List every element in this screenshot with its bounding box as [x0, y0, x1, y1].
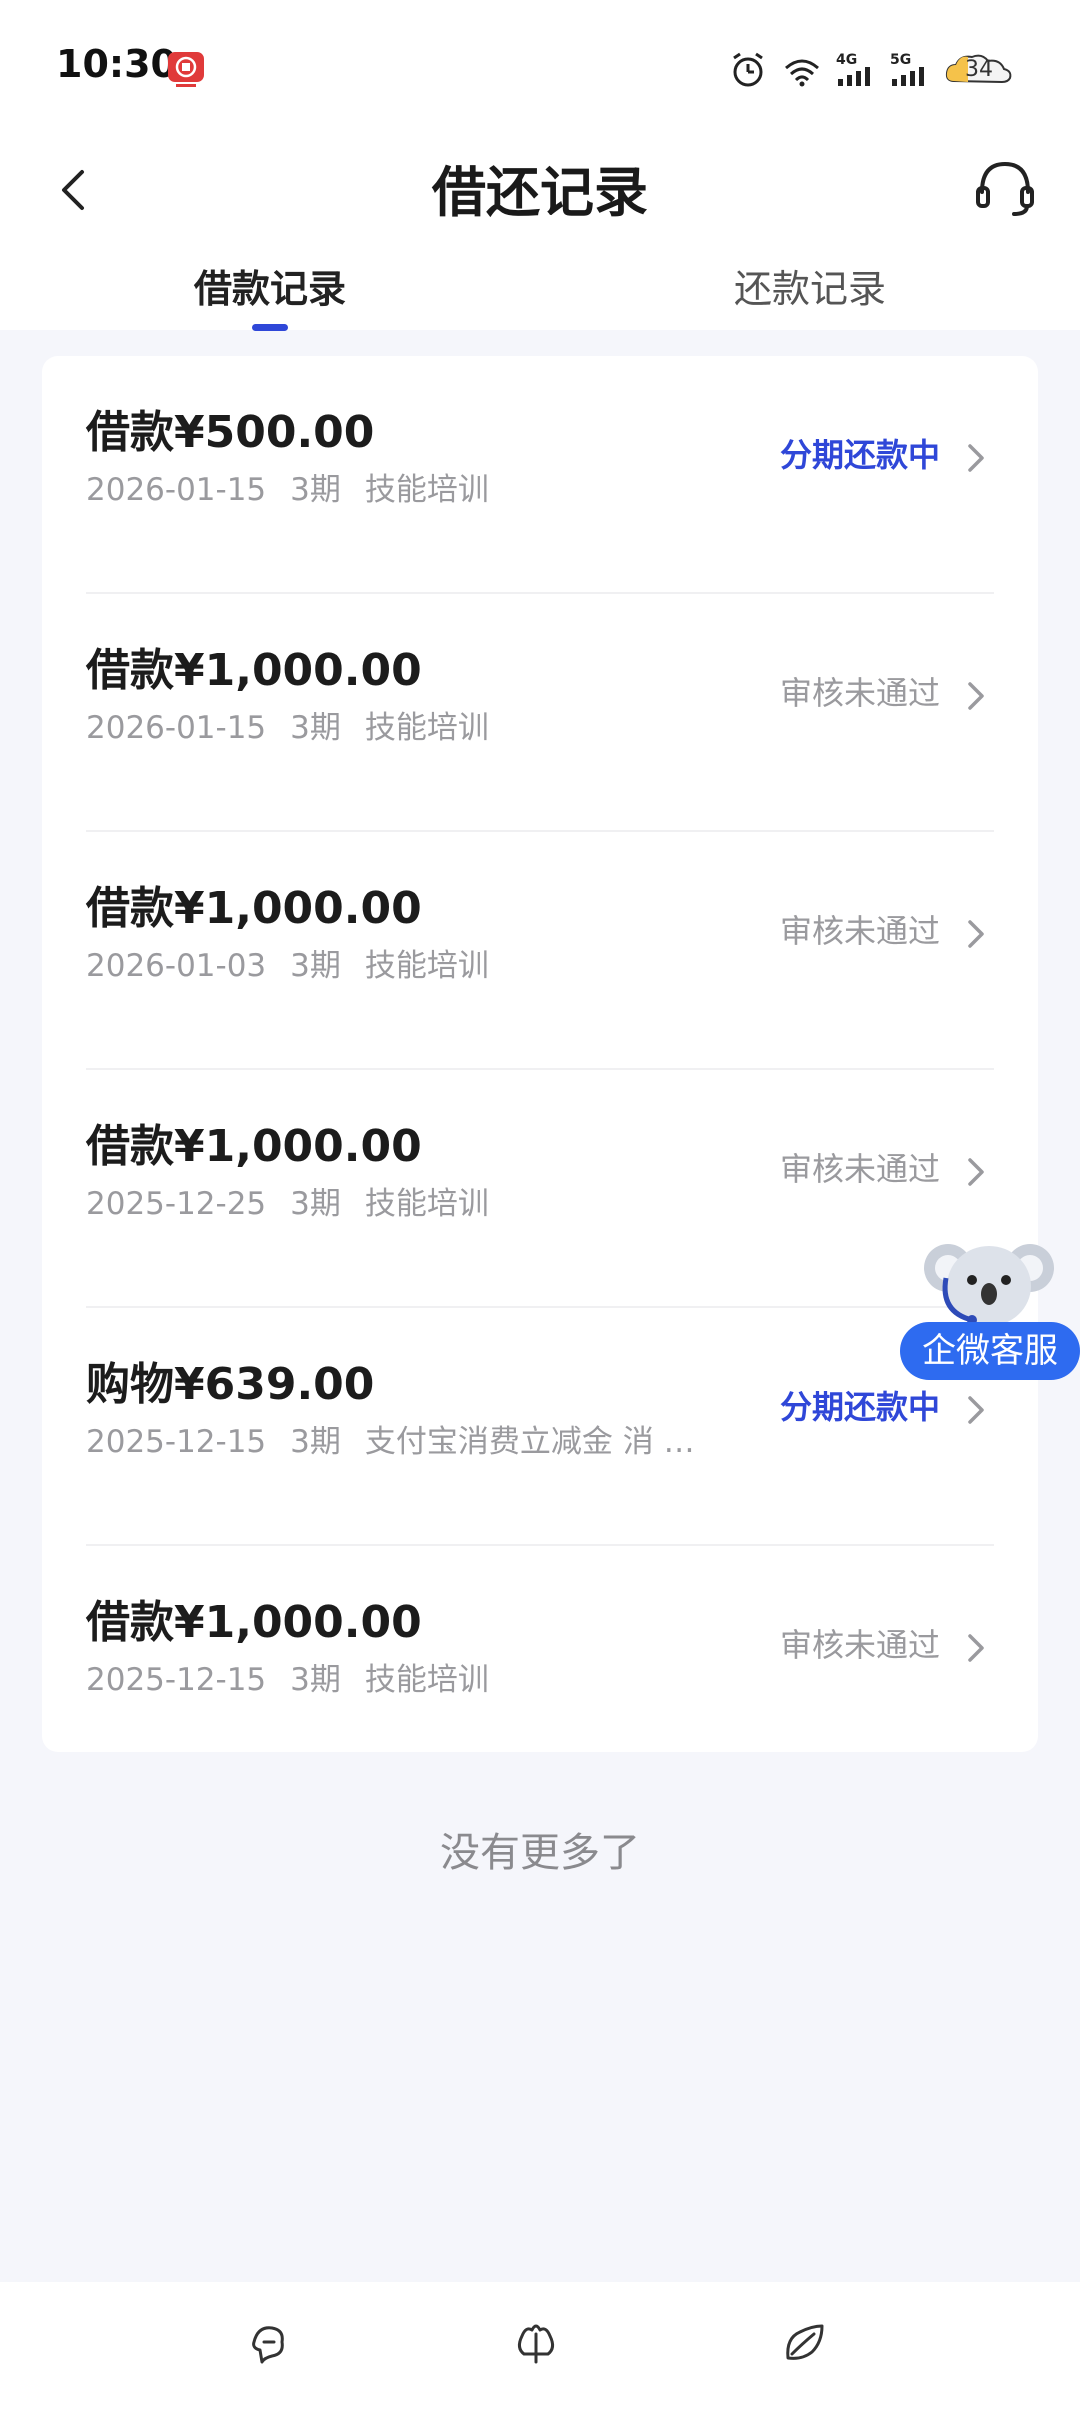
nav-recents-icon[interactable]: [780, 2318, 828, 2366]
record-meta: 2025-12-15 3期 技能培训: [86, 1654, 513, 1699]
record-purpose: 技能培训: [364, 710, 489, 746]
wifi-icon: [785, 59, 819, 87]
record-amount: 借款¥1,000.00: [86, 883, 422, 934]
signal-bars-icon: [892, 67, 924, 86]
record-amount: 借款¥1,000.00: [86, 645, 422, 696]
list-item[interactable]: 借款¥1,000.00 2026-01-15 3期 技能培训 审核未通过: [42, 594, 1038, 832]
record-date: 2025-12-15: [86, 1424, 267, 1460]
record-amount: 购物¥639.00: [86, 1359, 375, 1410]
record-purpose: 技能培训: [364, 1186, 489, 1222]
record-purpose: 技能培训: [364, 472, 489, 508]
record-meta: 2025-12-25 3期 技能培训: [86, 1178, 513, 1223]
record-meta: 2026-01-03 3期 技能培训: [86, 940, 513, 985]
record-term: 3期: [290, 710, 341, 746]
record-status: 审核未通过: [779, 1150, 940, 1188]
list-item[interactable]: 借款¥1,000.00 2026-01-03 3期 技能培训 审核未通过: [42, 832, 1038, 1070]
active-tab-indicator: [252, 324, 288, 331]
status-icons: 4G 5G 34: [728, 48, 1014, 92]
headset-support-icon[interactable]: [970, 152, 1040, 222]
record-status: 审核未通过: [779, 1626, 940, 1664]
network-4g-label: 4G: [836, 52, 858, 68]
bottom-nav: [0, 2282, 1080, 2412]
record-term: 3期: [290, 1662, 341, 1698]
signal-bars-icon: [838, 67, 870, 86]
record-status: 审核未通过: [779, 912, 940, 950]
nav-back-icon[interactable]: [244, 2318, 292, 2366]
record-purpose: 技能培训: [364, 948, 489, 984]
record-date: 2025-12-25: [86, 1186, 267, 1222]
chevron-right-icon: [968, 1634, 984, 1662]
record-date: 2026-01-15: [86, 710, 267, 746]
signal-5g-icon: 5G: [890, 53, 930, 87]
network-5g-label: 5G: [890, 52, 912, 68]
koala-mascot-icon[interactable]: [922, 1228, 1056, 1332]
record-term: 3期: [290, 472, 341, 508]
chevron-right-icon: [968, 1396, 984, 1424]
records-list: 借款¥500.00 2026-01-15 3期 技能培训 分期还款中 借款¥1,00…: [42, 356, 1038, 1752]
record-amount: 借款¥1,000.00: [86, 1597, 422, 1648]
battery-icon: 34: [944, 51, 1014, 89]
list-item[interactable]: 借款¥1,000.00 2025-12-15 3期 技能培训 审核未通过: [42, 1546, 1038, 1784]
status-bar: 10:30 4G 5G 34: [0, 0, 1080, 130]
record-amount: 借款¥500.00: [86, 407, 375, 458]
record-status: 分期还款中: [779, 436, 940, 474]
header: 借还记录 借款记录 还款记录: [0, 130, 1080, 331]
wecom-support-button[interactable]: 企微客服: [900, 1322, 1080, 1380]
no-more-text: 没有更多了: [440, 1830, 640, 1876]
page-title: 借还记录: [432, 161, 648, 224]
record-date: 2025-12-15: [86, 1662, 267, 1698]
nav-home-icon[interactable]: [512, 2318, 560, 2366]
chevron-right-icon: [968, 444, 984, 472]
battery-level: 34: [965, 57, 993, 82]
record-meta: 2026-01-15 3期 技能培训: [86, 702, 513, 747]
record-meta: 2025-12-15 3期 支付宝消费立减金 消 …: [86, 1416, 719, 1461]
chevron-right-icon: [968, 920, 984, 948]
tab-repay-records[interactable]: 还款记录: [710, 258, 910, 318]
tab-borrow-records[interactable]: 借款记录: [170, 258, 370, 318]
status-time: 10:30: [56, 42, 177, 86]
chevron-right-icon: [968, 1158, 984, 1186]
record-term: 3期: [290, 1424, 341, 1460]
list-item[interactable]: 借款¥500.00 2026-01-15 3期 技能培训 分期还款中: [42, 356, 1038, 594]
app-notification-icon: [168, 52, 204, 87]
record-term: 3期: [290, 1186, 341, 1222]
signal-4g-icon: 4G: [836, 53, 876, 87]
record-status: 分期还款中: [779, 1388, 940, 1426]
record-date: 2026-01-03: [86, 948, 267, 984]
record-purpose: 支付宝消费立减金 消 …: [364, 1424, 695, 1460]
list-item[interactable]: 借款¥1,000.00 2025-12-25 3期 技能培训 审核未通过: [42, 1070, 1038, 1308]
record-term: 3期: [290, 948, 341, 984]
record-status: 审核未通过: [779, 674, 940, 712]
record-meta: 2026-01-15 3期 技能培训: [86, 464, 513, 509]
record-purpose: 技能培训: [364, 1662, 489, 1698]
chevron-right-icon: [968, 682, 984, 710]
list-item[interactable]: 购物¥639.00 2025-12-15 3期 支付宝消费立减金 消 … 分期还款中: [42, 1308, 1038, 1546]
alarm-icon: [733, 52, 763, 87]
record-date: 2026-01-15: [86, 472, 267, 508]
record-amount: 借款¥1,000.00: [86, 1121, 422, 1172]
